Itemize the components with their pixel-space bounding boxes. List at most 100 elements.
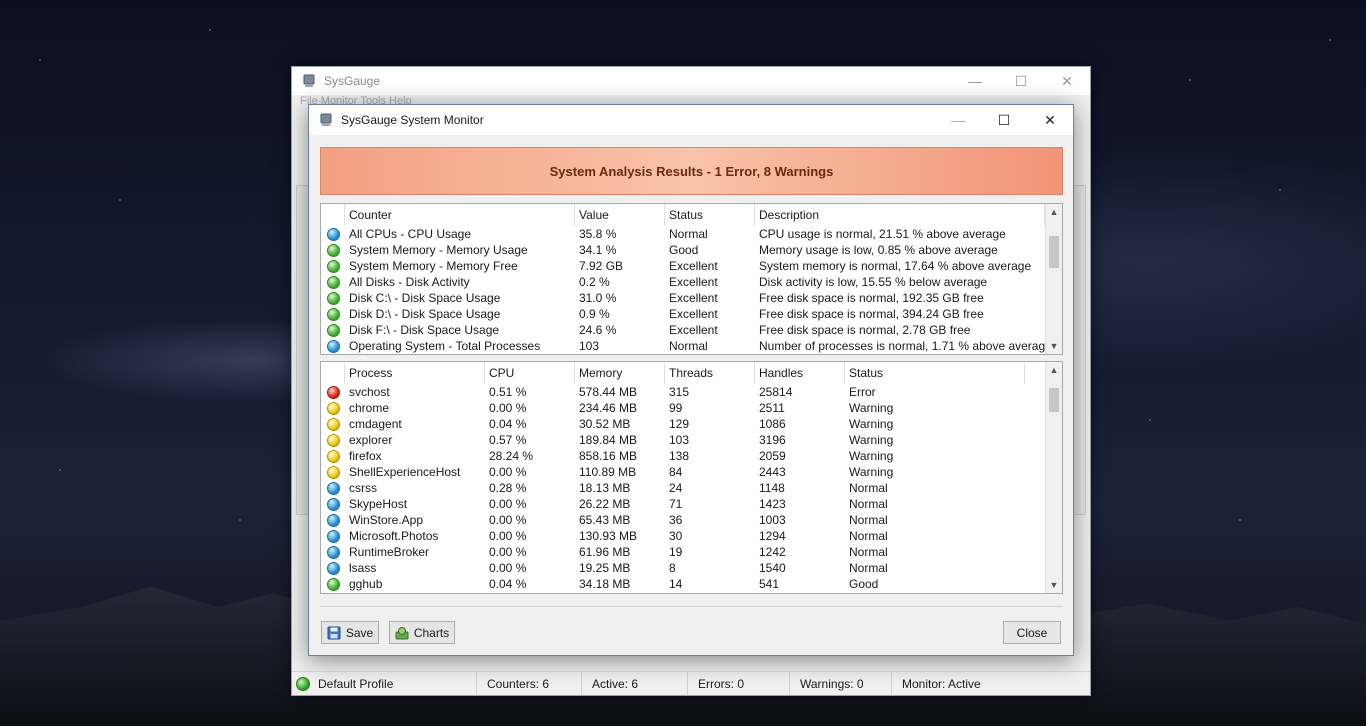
- column-header-handles[interactable]: Handles: [755, 362, 845, 384]
- cell-status: Error: [849, 385, 876, 399]
- close-button[interactable]: Close: [1003, 621, 1061, 644]
- cell-description: System memory is normal, 17.64 % above a…: [759, 259, 1032, 273]
- cell-counter: System Memory - Memory Usage: [349, 243, 528, 257]
- counter-row[interactable]: Disk C:\ - Disk Space Usage 31.0 % Excelle…: [321, 290, 1062, 306]
- column-header-memory[interactable]: Memory: [575, 362, 665, 384]
- column-header-status[interactable]: Status: [665, 204, 755, 226]
- main-close-button[interactable]: ✕: [1044, 67, 1090, 95]
- cell-value: 24.6 %: [579, 323, 617, 337]
- cell-handles: 2443: [759, 465, 786, 479]
- status-profile-label: Default Profile: [318, 676, 394, 691]
- cell-status: Warning: [849, 417, 894, 431]
- main-minimize-button[interactable]: —: [952, 67, 998, 95]
- process-scrollbar[interactable]: ▲ ▼: [1045, 362, 1062, 593]
- column-header-cpu[interactable]: CPU: [485, 362, 575, 384]
- scroll-up-icon[interactable]: ▲: [1046, 362, 1062, 378]
- charts-button[interactable]: Charts: [389, 621, 455, 644]
- cell-status: Good: [669, 243, 699, 257]
- yellow-status-icon: [326, 433, 340, 447]
- counter-row[interactable]: All CPUs - CPU Usage 35.8 % Normal CPU usag…: [321, 226, 1062, 242]
- cell-process: cmdagent: [349, 417, 402, 431]
- process-row[interactable]: RuntimeBroker 0.00 % 61.96 MB 19 1242 Normal: [321, 544, 1062, 560]
- column-header-description[interactable]: Description: [755, 204, 1045, 226]
- column-header-process[interactable]: Process: [345, 362, 485, 384]
- process-row[interactable]: firefox 28.24 % 858.16 MB 138 2059 Warning: [321, 448, 1062, 464]
- cell-handles: 2511: [759, 401, 785, 415]
- yellow-status-icon: [326, 465, 340, 479]
- cell-threads: 24: [669, 481, 683, 495]
- counter-row[interactable]: System Memory - Memory Free 7.92 GB Excell…: [321, 258, 1062, 274]
- process-row[interactable]: csrss 0.28 % 18.13 MB 24 1148 Normal: [321, 480, 1062, 496]
- cell-counter: All Disks - Disk Activity: [349, 275, 470, 289]
- counter-row[interactable]: Disk F:\ - Disk Space Usage 24.6 % Excelle…: [321, 322, 1062, 338]
- counter-row[interactable]: Operating System - Total Processes 103 Nor…: [321, 338, 1062, 354]
- scroll-down-icon[interactable]: ▼: [1046, 577, 1062, 593]
- save-button[interactable]: Save: [321, 621, 379, 644]
- scroll-down-icon[interactable]: ▼: [1046, 338, 1062, 354]
- cell-status: Excellent: [669, 307, 718, 321]
- analysis-results-banner: System Analysis Results - 1 Error, 8 War…: [320, 147, 1063, 195]
- column-header-counter[interactable]: Counter: [345, 204, 575, 226]
- row-status-icon-cell: [321, 227, 345, 241]
- header-icon-column: [321, 204, 345, 226]
- process-row[interactable]: explorer 0.57 % 189.84 MB 103 3196 Warning: [321, 432, 1062, 448]
- cell-cpu: 0.51 %: [489, 385, 527, 399]
- process-row[interactable]: gghub 0.04 % 34.18 MB 14 541 Good: [321, 576, 1062, 592]
- cell-status: Normal: [669, 339, 708, 353]
- scroll-up-icon[interactable]: ▲: [1046, 204, 1062, 220]
- cell-counter: Disk C:\ - Disk Space Usage: [349, 291, 501, 305]
- cell-status: Warning: [849, 449, 894, 463]
- process-table[interactable]: Process CPU Memory Threads Handles Status svc…: [320, 361, 1063, 594]
- process-row[interactable]: cmdagent 0.04 % 30.52 MB 129 1086 Warning: [321, 416, 1062, 432]
- main-maximize-button[interactable]: ☐: [998, 67, 1044, 95]
- dialog-maximize-button[interactable]: ☐: [981, 105, 1027, 135]
- cell-cpu: 0.00 %: [489, 529, 527, 543]
- cell-handles: 2059: [759, 449, 786, 463]
- process-row[interactable]: Microsoft.Photos 0.00 % 130.93 MB 30 1294 Nor…: [321, 528, 1062, 544]
- green-status-icon: [326, 291, 340, 305]
- cell-threads: 129: [669, 417, 690, 431]
- cell-process: WinStore.App: [349, 513, 424, 527]
- process-row[interactable]: WinStore.App 0.00 % 65.43 MB 36 1003 Normal: [321, 512, 1062, 528]
- row-status-icon-cell: [321, 243, 345, 257]
- yellow-status-icon: [326, 417, 340, 431]
- cell-value: 35.8 %: [579, 227, 617, 241]
- process-row[interactable]: lsass 0.00 % 19.25 MB 8 1540 Normal: [321, 560, 1062, 576]
- cell-status: Excellent: [669, 259, 718, 273]
- cell-memory: 34.18 MB: [579, 577, 631, 591]
- scroll-thumb[interactable]: [1049, 236, 1059, 268]
- cell-value: 31.0 %: [579, 291, 617, 305]
- cell-status: Excellent: [669, 323, 718, 337]
- counter-row[interactable]: System Memory - Memory Usage 34.1 % Good Me…: [321, 242, 1062, 258]
- cell-memory: 30.52 MB: [579, 417, 631, 431]
- cell-value: 0.2 %: [579, 275, 610, 289]
- process-row[interactable]: ShellExperienceHost 0.00 % 110.89 MB 84 2443…: [321, 464, 1062, 480]
- counter-row[interactable]: Disk D:\ - Disk Space Usage 0.9 % Excellen…: [321, 306, 1062, 322]
- counters-table[interactable]: Counter Value Status Description All CPUs -…: [320, 203, 1063, 355]
- scroll-thumb[interactable]: [1049, 388, 1059, 412]
- cell-process: chrome: [349, 401, 390, 415]
- status-errors: Errors: 0: [688, 672, 790, 695]
- row-status-icon-cell: [321, 545, 345, 559]
- yellow-status-icon: [326, 401, 340, 415]
- dialog-minimize-button[interactable]: —: [935, 105, 981, 135]
- process-table-body: svchost 0.51 % 578.44 MB 315 25814 Error chrom…: [321, 384, 1062, 592]
- cell-counter: Disk F:\ - Disk Space Usage: [349, 323, 500, 337]
- cell-status: Good: [849, 577, 879, 591]
- cell-status: Warning: [849, 401, 894, 415]
- cell-counter: Disk D:\ - Disk Space Usage: [349, 307, 501, 321]
- cell-memory: 26.22 MB: [579, 497, 631, 511]
- column-header-threads[interactable]: Threads: [665, 362, 755, 384]
- dialog-separator: [320, 606, 1063, 607]
- counters-scrollbar[interactable]: ▲ ▼: [1045, 204, 1062, 354]
- status-warnings: Warnings: 0: [790, 672, 892, 695]
- process-row[interactable]: svchost 0.51 % 578.44 MB 315 25814 Error: [321, 384, 1062, 400]
- process-row[interactable]: SkypeHost 0.00 % 26.22 MB 71 1423 Normal: [321, 496, 1062, 512]
- cell-counter: All CPUs - CPU Usage: [349, 227, 472, 241]
- column-header-value[interactable]: Value: [575, 204, 665, 226]
- process-row[interactable]: chrome 0.00 % 234.46 MB 99 2511 Warning: [321, 400, 1062, 416]
- counter-row[interactable]: All Disks - Disk Activity 0.2 % Excellent D…: [321, 274, 1062, 290]
- dialog-close-button[interactable]: ✕: [1027, 105, 1073, 135]
- column-header-status[interactable]: Status: [845, 362, 1025, 384]
- cell-threads: 36: [669, 513, 683, 527]
